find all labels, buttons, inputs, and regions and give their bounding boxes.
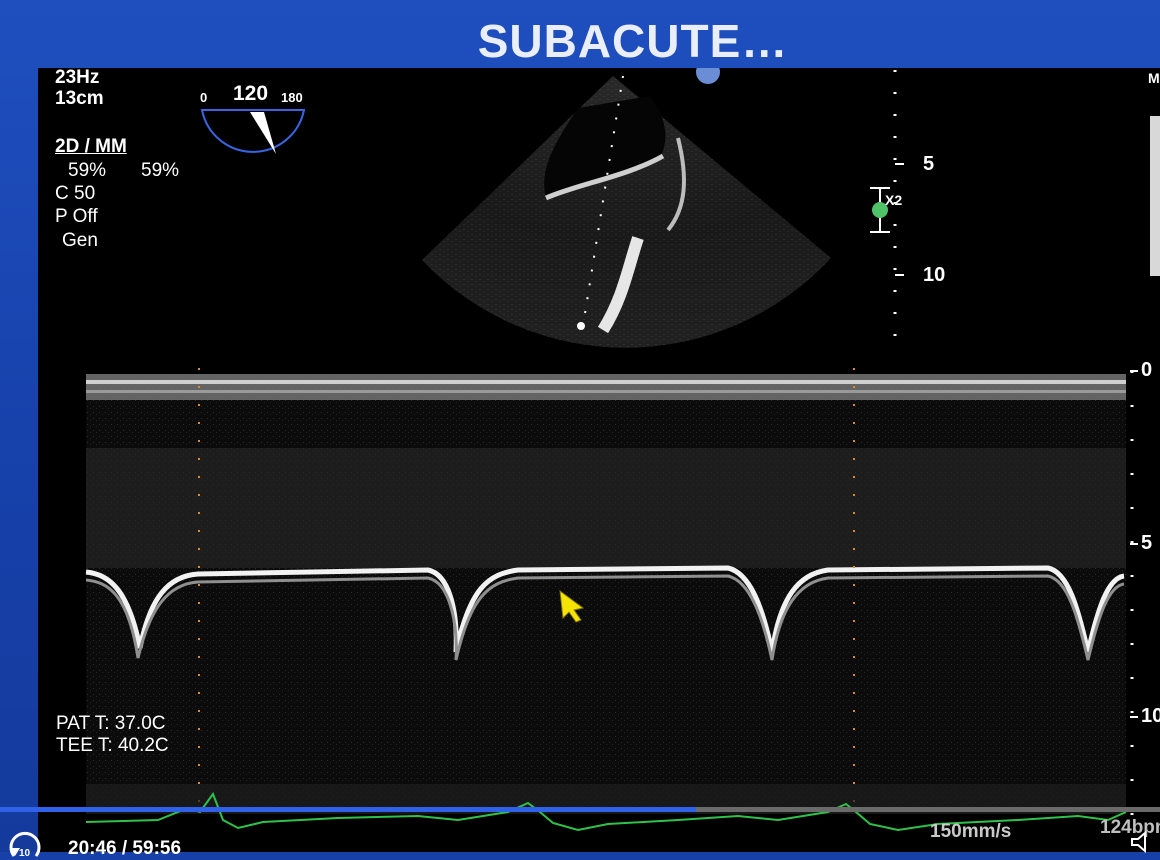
gain-mm: 59% bbox=[141, 160, 180, 181]
zoom-label: X2 bbox=[885, 192, 903, 208]
angle-dial bbox=[200, 109, 306, 154]
angle-min: 0 bbox=[200, 90, 208, 105]
2d-sector bbox=[422, 76, 831, 348]
mode-label: 2D / MM bbox=[55, 136, 127, 157]
angle-max: 180 bbox=[281, 90, 303, 105]
slide-title: SUBACUTE… bbox=[477, 15, 789, 67]
compression-setting: C 50 bbox=[55, 183, 96, 204]
probe-marker-icon bbox=[696, 68, 720, 84]
mmode-trace bbox=[85, 374, 1126, 814]
time-display: 20:46 / 59:56 bbox=[68, 838, 182, 859]
video-frame[interactable]: 23Hz 13cm 2D / MM 59% 59% C 50 P Off Gen… bbox=[38, 68, 1160, 852]
progress-fill bbox=[0, 807, 696, 812]
top-right-marker: M bbox=[1148, 70, 1160, 86]
progress-bar[interactable] bbox=[0, 807, 1160, 812]
depth-scale-5: 5 bbox=[923, 153, 935, 175]
depth-scale-10: 10 bbox=[923, 264, 946, 286]
frame-rate: 23Hz bbox=[55, 68, 100, 88]
tee-temp: TEE T: 40.2C bbox=[56, 735, 169, 756]
sweep-speed: 150mm/s bbox=[930, 821, 1012, 842]
mmode-scale-10: 10 bbox=[1141, 705, 1160, 727]
gain-2d: 59% bbox=[68, 160, 107, 181]
mmode-scale-5: 5 bbox=[1141, 532, 1153, 554]
mmode-depth-scale bbox=[1130, 370, 1138, 828]
volume-icon[interactable] bbox=[1128, 830, 1156, 854]
replay-seconds: 10 bbox=[19, 848, 31, 859]
angle-value: 120 bbox=[233, 82, 269, 105]
persistence-setting: P Off bbox=[55, 206, 98, 227]
replay-10-icon[interactable]: 10 bbox=[6, 830, 46, 860]
patient-temp: PAT T: 37.0C bbox=[56, 713, 166, 734]
depth-setting: 13cm bbox=[55, 88, 104, 109]
frequency-setting: Gen bbox=[62, 230, 98, 251]
gain-bar bbox=[1150, 116, 1160, 276]
mmode-scale-0: 0 bbox=[1141, 359, 1153, 381]
echo-image bbox=[85, 68, 1160, 832]
